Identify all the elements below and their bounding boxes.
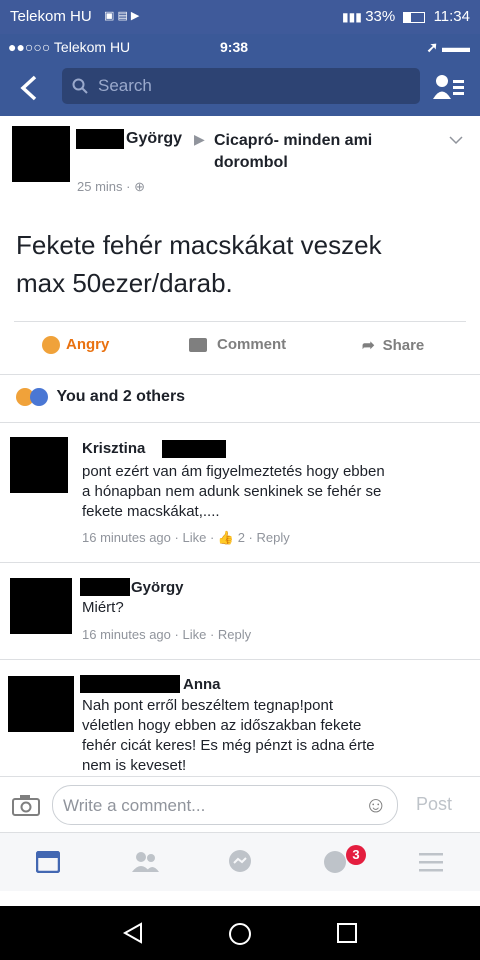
author-avatar-redacted[interactable] [12,126,70,182]
notification-badge: 3 [346,845,366,865]
comment-text: pont ezért van ám figyelmeztetés hogy eb… [82,462,385,522]
divider [14,321,466,322]
divider [0,422,480,423]
comment-icon [189,338,207,353]
news-feed-icon[interactable] [36,851,60,873]
battery-icon [403,11,426,23]
comment-text: Nah pont erről beszéltem tegnap!pont vél… [82,696,375,776]
comment-line: fehér cicát keres! Es még pénzt is adna … [82,737,375,754]
friends-list-icon[interactable] [432,72,466,102]
comment-button[interactable]: Comment [189,336,286,353]
ios-carrier: ●●○○○ Telekom HU [8,39,131,55]
battery-percent: 33% [365,8,396,25]
share-icon: ➦ [362,337,375,354]
signal-icon: ▮▮▮ [342,10,366,24]
commenter-avatar-redacted[interactable] [8,676,74,732]
commenter-name[interactable]: Anna [183,676,221,693]
arrow-right-icon: ▶ [194,131,205,147]
divider [0,659,480,660]
angry-label: Angry [66,336,110,353]
android-time: 11:34 [433,8,470,25]
reactions-summary[interactable]: You and 2 others [16,388,185,406]
back-icon[interactable] [18,74,40,102]
nav-home-icon[interactable] [228,922,252,946]
thumbs-up-icon: 👍 [217,530,235,545]
angry-icon [42,336,60,355]
comment-text: Miért? [82,599,124,616]
commenter-name[interactable]: György [131,579,184,596]
like-link[interactable]: Like [182,627,206,642]
friends-icon[interactable] [130,851,160,873]
search-icon [72,78,88,94]
author-name-redacted [76,129,124,149]
post-button[interactable]: Post [416,794,452,815]
reply-link[interactable]: Reply [257,530,290,545]
commenter-avatar-redacted[interactable] [10,437,68,493]
app-header: Search [0,60,480,116]
comment-input[interactable]: Write a comment... ☺ [52,785,398,825]
menu-icon[interactable] [418,851,444,873]
nav-recents-icon[interactable] [337,923,357,943]
share-button[interactable]: ➦ Share [362,336,424,354]
share-label: Share [382,337,425,354]
android-status-right: ▮▮▮ 33% 11:34 [342,8,470,25]
android-carrier: Telekom HU [10,8,92,25]
commenter-avatar-redacted[interactable] [10,578,72,634]
messenger-icon[interactable] [227,849,253,875]
commenter-surname-redacted [162,440,226,458]
ios-time: 9:38 [220,39,249,55]
commenter-name[interactable]: Krisztina [82,440,145,457]
like-count: 2 [237,530,245,545]
reactions-text: You and 2 others [56,388,186,406]
ios-battery-icon: ➚ ▬▬ [426,39,470,55]
comment-line: véletlen hogy ebben az időszakban fekete [82,717,362,734]
group-name[interactable]: Cicapró- minden ami dorombol [214,130,414,174]
search-input[interactable]: Search [62,68,420,104]
comment-line: pont ezért van ám figyelmeztetés hogy eb… [82,463,385,480]
comment-time: 16 minutes ago [82,627,171,642]
notification-icons: ▣ ▤ ▶ [104,10,140,22]
comment-placeholder: Write a comment... [63,796,206,815]
post-timestamp: 25 mins · ⊕ [77,179,145,195]
post-body-line: Fekete fehér macskákat veszek [16,230,382,260]
comment-line: Nah pont erről beszéltem tegnap!pont [82,697,333,714]
comment-line: a hónapban nem adunk senkinek se fehér s… [82,483,382,500]
angry-reaction-button[interactable]: Angry [42,336,110,355]
post-body-line: max 50ezer/darab. [16,268,233,298]
like-reaction-icon [30,388,48,406]
comment-time: 16 minutes ago [82,530,171,545]
camera-icon[interactable] [12,794,40,816]
ios-status-bar: ●●○○○ Telekom HU 9:38 ➚ ▬▬ [0,34,480,60]
commenter-name-redacted [80,675,180,693]
comment-composer: Write a comment... ☺ Post [0,776,480,833]
comment-line: nem is keveset! [82,757,187,774]
comment-meta: 16 minutes ago · Like · 👍 2 · Reply [82,530,290,545]
emoji-icon[interactable]: ☺ [365,792,387,818]
reply-link[interactable]: Reply [218,627,251,642]
comment-label: Comment [217,336,287,353]
android-nav-bar [0,906,480,960]
android-status-bar: Telekom HU ▣ ▤ ▶ ▮▮▮ 33% 11:34 [0,0,480,34]
post-author-name[interactable]: György [126,130,182,148]
nav-back-icon[interactable] [122,922,144,944]
post-body: Fekete fehér macskákat veszek max 50ezer… [16,226,382,302]
commenter-name-redacted [80,578,130,596]
search-placeholder: Search [98,76,152,95]
bottom-tab-bar: 3 [0,832,480,891]
comment-meta: 16 minutes ago · Like · Reply [82,627,252,642]
like-link[interactable]: Like [182,530,206,545]
comment-line: fekete macskákat,.... [82,503,220,520]
chevron-down-icon[interactable] [448,134,464,146]
notifications-icon[interactable] [322,849,348,875]
divider [0,562,480,563]
divider [0,374,480,375]
post-time: 25 mins · [77,179,131,194]
globe-icon: ⊕ [134,179,145,194]
